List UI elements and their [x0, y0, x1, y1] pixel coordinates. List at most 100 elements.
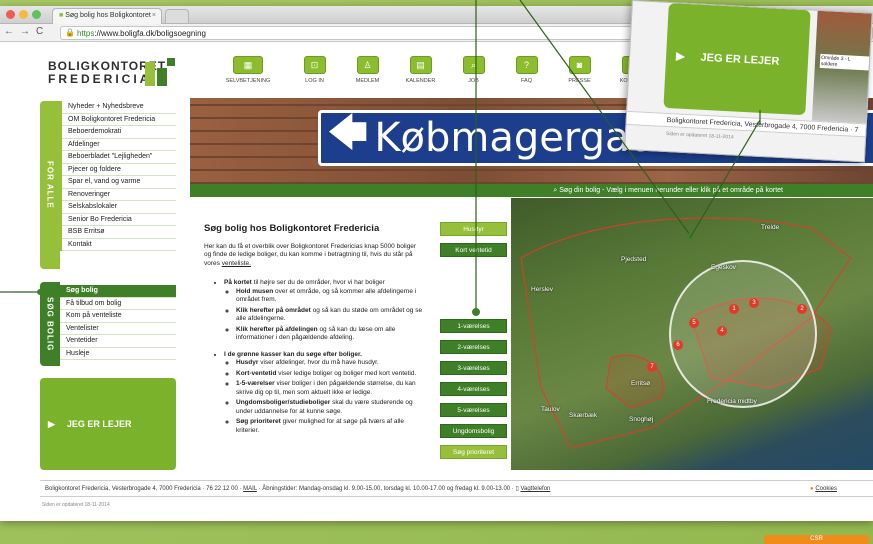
lock-icon: ⊡	[303, 56, 326, 74]
nav-kalender[interactable]: ▤ KALENDER	[394, 56, 447, 84]
camera-icon: ◙	[568, 56, 591, 74]
instruction-list: På kortet til højre ser du de områder, h…	[204, 279, 424, 435]
map-label: Trelde	[761, 224, 780, 231]
sidebar-item[interactable]: Ventelister	[60, 323, 176, 335]
cookie-icon: ●	[810, 486, 814, 492]
tab-for-alle[interactable]: FOR ALLE	[40, 101, 60, 269]
sidebar-item-active[interactable]: Søg bolig	[60, 285, 176, 298]
list-item: Klik herefter på afdelingen og så kan du…	[236, 326, 424, 343]
main-content: Søg bolig hos Boligkontoret Fredericia H…	[204, 223, 424, 437]
list-bold: I de grønne kasser kan du søge efter bol…	[224, 350, 362, 358]
filter-3-vaerelses-button[interactable]: 3-værelses	[440, 361, 507, 375]
list-text: til højre ser du de områder, hvor vi har…	[251, 279, 385, 286]
nav-label: KALENDER	[405, 78, 436, 84]
cookies-link[interactable]: ● Cookies	[810, 481, 837, 498]
list-bold: Klik herefter på afdelingen	[236, 325, 318, 333]
zoom-leje-label: JEG ER LEJER	[700, 51, 780, 68]
sidebar-item[interactable]: BSB Erritsø	[62, 226, 176, 239]
sidebar-item[interactable]: Kom på venteliste	[60, 310, 176, 323]
map-pin[interactable]: 7	[647, 362, 657, 372]
minimize-window-button[interactable]	[19, 10, 28, 19]
filter-husdyr-button[interactable]: Husdyr	[440, 222, 507, 236]
map-pin[interactable]: 6	[673, 340, 683, 350]
sidebar-item[interactable]: Nyheder + Nyhedsbreve	[62, 101, 176, 114]
arrow-left-icon: 🡄	[327, 110, 369, 156]
sidebar-item[interactable]: Beboerdemokrati	[62, 126, 176, 139]
zoom-window-button[interactable]	[32, 10, 41, 19]
filter-kort-ventetid-button[interactable]: Kort ventetid	[440, 243, 507, 257]
nav-label: MEDLEM	[355, 78, 380, 84]
sidebar-item[interactable]: Selskabslokaler	[62, 201, 176, 214]
sidebar-item[interactable]: Spar el, vand og varme	[62, 176, 176, 189]
filter-ungdomsbolig-button[interactable]: Ungdomsbolig	[440, 424, 507, 438]
sidebar-item[interactable]: Få tilbud om bolig	[60, 298, 176, 310]
map-pin[interactable]: 2	[797, 304, 807, 314]
nav-job[interactable]: ⌕ JOB	[447, 56, 500, 84]
sidebar-item[interactable]: Renoveringer	[62, 189, 176, 201]
list-bold: 1-5-værelser	[236, 380, 275, 387]
csr-badge: CSR	[764, 535, 869, 544]
footer-vagt-link[interactable]: Vagttelefon	[520, 486, 550, 492]
map-pin[interactable]: 5	[689, 318, 699, 328]
map-label: Taulov	[541, 406, 560, 413]
sidebar-item[interactable]: Pjecer og foldere	[62, 164, 176, 176]
zoom-jeg-er-lejer-button[interactable]: ▶ JEG ER LEJER	[663, 2, 811, 116]
list-item: Kort-ventetid viser ledige boliger og bo…	[236, 370, 424, 379]
jeg-er-lejer-button[interactable]: ▶ JEG ER LEJER	[40, 378, 176, 470]
search-icon: ⌕	[462, 56, 485, 74]
sidebar-item[interactable]: OM Boligkontoret Fredericia	[62, 114, 176, 126]
list-bold: Husdyr	[236, 359, 259, 366]
map-label: Snoghøj	[629, 416, 654, 423]
nav-log-in[interactable]: ⊡ LOG IN	[288, 56, 341, 84]
nav-faq[interactable]: ? FAQ	[500, 56, 553, 84]
zoom-updated: Siden er opdateret 18-11-2014	[665, 130, 734, 141]
filter-prioriteret-button[interactable]: Søg prioriteret	[440, 445, 507, 459]
nav-presse[interactable]: ◙ PRESSE	[553, 56, 606, 84]
list-item: Ungdomsboliger/studieboliger skal du vær…	[236, 399, 424, 416]
sidebar-item[interactable]: Kontakt	[62, 239, 176, 251]
list-bold: På kortet	[224, 279, 252, 286]
zoom-caption: Område 3 - L soldere	[819, 53, 870, 71]
tab-favicon-icon: ■	[59, 12, 64, 19]
tab-sog-bolig[interactable]: SØG BOLIG	[40, 282, 60, 366]
nav-medlem[interactable]: ♙ MEDLEM	[341, 56, 394, 84]
play-icon: ▶	[675, 50, 685, 63]
list-bold: Klik herefter på området	[236, 306, 311, 314]
sidebar-item[interactable]: Ventetider	[60, 335, 176, 348]
search-hint-bar: ⌕ Søg din bolig - Vælg i menuen herunder…	[190, 184, 873, 197]
forward-icon[interactable]: →	[20, 26, 30, 37]
sidebar-item[interactable]: Senior Bo Fredericia	[62, 214, 176, 226]
filter-4-vaerelses-button[interactable]: 4-værelses	[440, 382, 507, 396]
footer-mail-link[interactable]: MAIL	[243, 486, 257, 492]
map-pin[interactable]: 3	[749, 298, 759, 308]
sidebar-item[interactable]: Afdelinger	[62, 139, 176, 151]
reload-icon[interactable]: C	[36, 26, 43, 37]
map-pin[interactable]: 4	[717, 326, 727, 336]
sidebar-item[interactable]: Beboerbladet "Lejligheden"	[62, 151, 176, 164]
filter-5-vaerelses-button[interactable]: 5-værelses	[440, 403, 507, 417]
close-window-button[interactable]	[6, 10, 15, 19]
page-title: Søg bolig hos Boligkontoret Fredericia	[204, 223, 380, 234]
nav-label: PRESSE	[568, 78, 591, 84]
area-map[interactable]: Trelde Pjedsted Egeskov Herslev Erritsø …	[511, 198, 873, 470]
map-pin[interactable]: 1	[729, 304, 739, 314]
footer-phone: 76 22 12 00	[206, 486, 238, 492]
leje-label: JEG ER LEJER	[66, 419, 132, 429]
filter-2-vaerelses-button[interactable]: 2-værelses	[440, 340, 507, 354]
map-label: Pjedsted	[621, 256, 647, 263]
map-label: Erritsø	[631, 380, 651, 387]
footer-hours: Åbningstider: Mandag-onsdag kl. 9.00-15.…	[262, 486, 511, 492]
browser-tab[interactable]: ■ Søg bolig hos Boligkontoret ×	[52, 8, 162, 24]
list-text: viser afdelinger, hvor du må have husdyr…	[258, 359, 379, 366]
sidebar-item[interactable]: Husleje	[60, 348, 176, 360]
play-icon: ▶	[48, 418, 55, 429]
list-item: Husdyr viser afdelinger, hvor du må have…	[236, 359, 424, 368]
zoom-callout: ▶ JEG ER LEJER Område 3 - L soldere Boli…	[624, 0, 873, 163]
venteliste-link[interactable]: venteliste.	[222, 260, 251, 267]
close-tab-icon[interactable]: ×	[152, 12, 156, 19]
nav-selvbetjening[interactable]: ▦ SELVBETJENING	[208, 56, 288, 84]
new-tab-button[interactable]	[165, 9, 189, 23]
filter-1-vaerelses-button[interactable]: 1-værelses	[440, 319, 507, 333]
list-bold: Søg prioriteret	[236, 418, 281, 425]
back-icon[interactable]: ←	[4, 26, 14, 37]
